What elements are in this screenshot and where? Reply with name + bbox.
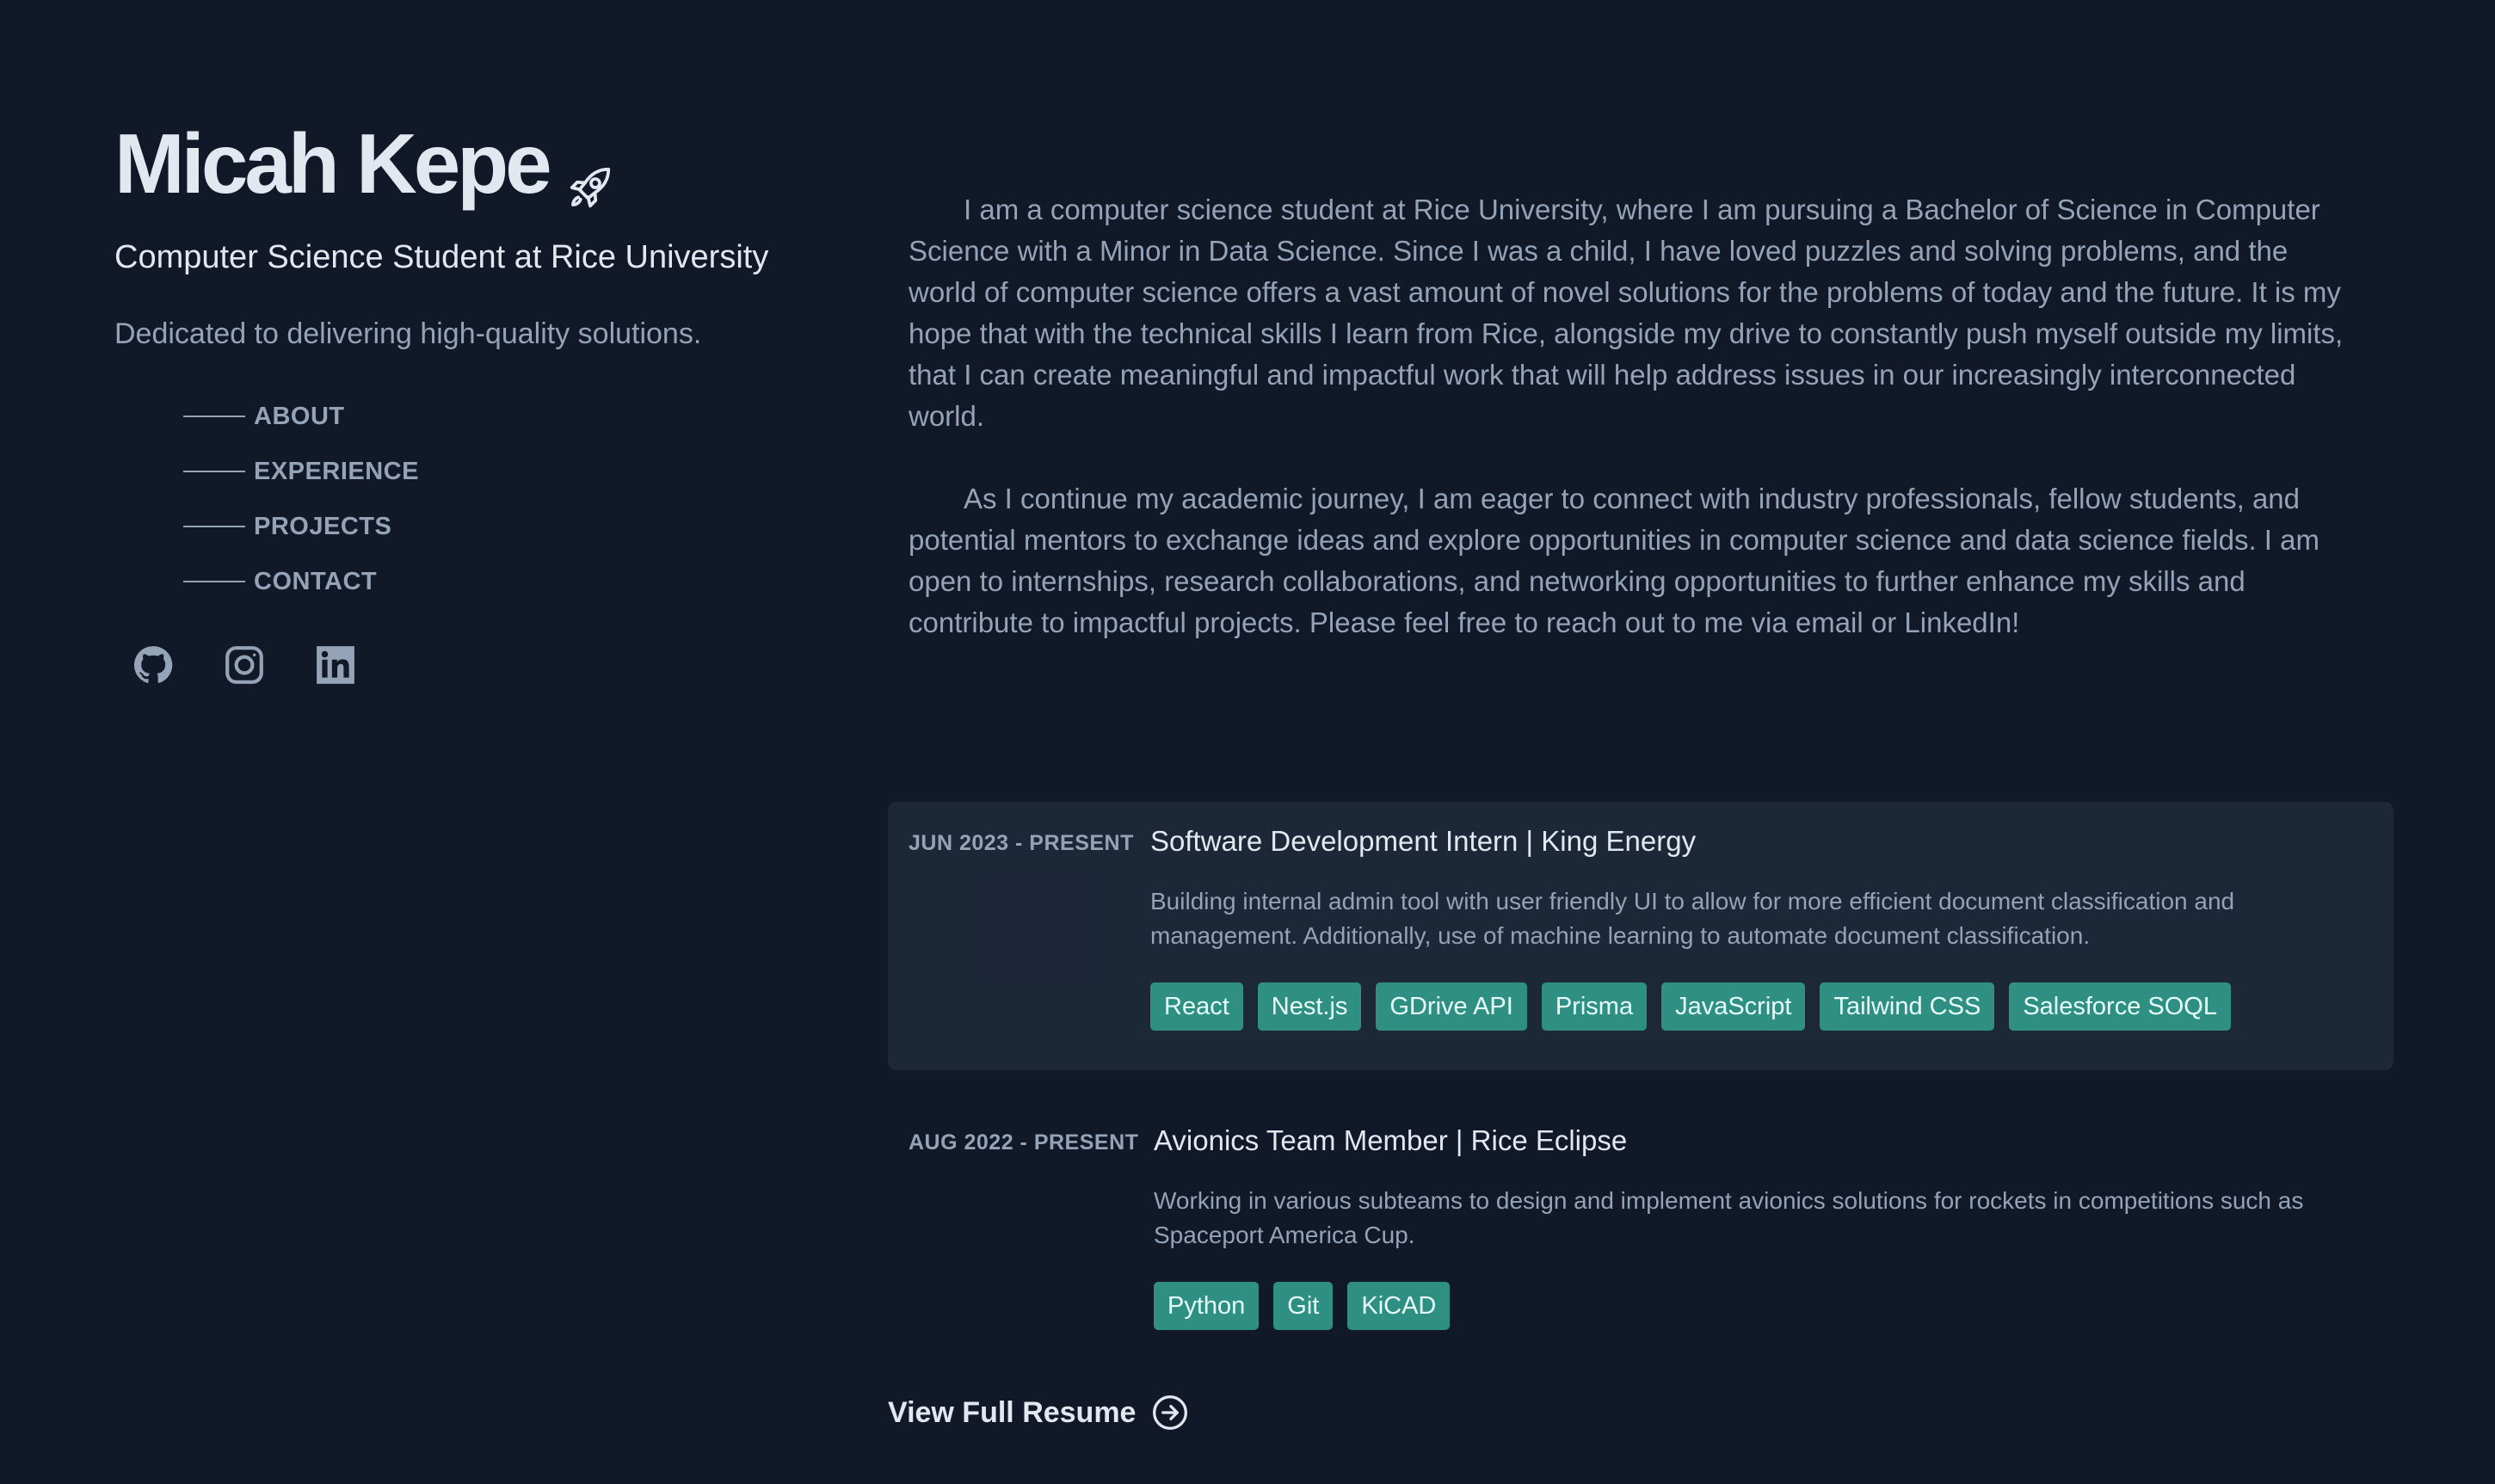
tech-tag: Salesforce SOQL bbox=[2009, 982, 2231, 1031]
nav-item-contact[interactable]: CONTACT bbox=[183, 554, 854, 609]
github-icon[interactable] bbox=[132, 643, 175, 687]
nav-item-label: PROJECTS bbox=[254, 512, 392, 540]
nav-item-projects[interactable]: PROJECTS bbox=[183, 499, 854, 554]
about-paragraph: I am a computer science student at Rice … bbox=[909, 194, 2344, 432]
experience-description: Building internal admin tool with user f… bbox=[1150, 888, 2235, 949]
about-section: I am a computer science student at Rice … bbox=[909, 189, 2345, 685]
experience-body: Software Development Intern | King Energ… bbox=[1150, 821, 2355, 1031]
nav-indicator-line bbox=[183, 581, 245, 582]
experience-card[interactable]: AUG 2022 - PRESENT Avionics Team Member … bbox=[888, 1101, 2393, 1342]
tech-tags: React Nest.js GDrive API Prisma JavaScri… bbox=[1150, 982, 2355, 1031]
tech-tag: Nest.js bbox=[1257, 982, 1362, 1031]
role-subtitle: Computer Science Student at Rice Univers… bbox=[114, 239, 769, 275]
experience-card[interactable]: JUN 2023 - PRESENT Software Development … bbox=[888, 802, 2393, 1070]
tech-tag: KiCAD bbox=[1347, 1282, 1451, 1330]
tech-tags: Python Git KiCAD bbox=[1154, 1282, 2358, 1330]
experience-description: Working in various subteams to design an… bbox=[1154, 1187, 2304, 1248]
experience-title: Software Development Intern | King Energ… bbox=[1150, 825, 1697, 857]
tech-tag: Tailwind CSS bbox=[1820, 982, 1995, 1031]
social-links bbox=[132, 643, 854, 687]
tagline: Dedicated to delivering high-quality sol… bbox=[114, 317, 702, 350]
section-nav: ABOUT EXPERIENCE PROJECTS CONTACT bbox=[183, 389, 854, 609]
linkedin-icon[interactable] bbox=[314, 643, 357, 687]
nav-indicator-line bbox=[183, 416, 245, 417]
about-paragraph: As I continue my academic journey, I am … bbox=[909, 483, 2319, 638]
arrow-right-circle-icon bbox=[1151, 1394, 1189, 1432]
nav-indicator-line bbox=[183, 526, 245, 527]
experience-date: AUG 2022 - PRESENT bbox=[909, 1130, 1139, 1155]
tech-tag: GDrive API bbox=[1376, 982, 1527, 1031]
experience-date: JUN 2023 - PRESENT bbox=[909, 831, 1134, 855]
nav-item-label: ABOUT bbox=[254, 402, 345, 430]
experience-body: Avionics Team Member | Rice Eclipse Work… bbox=[1154, 1120, 2358, 1330]
instagram-icon[interactable] bbox=[223, 643, 266, 687]
resume-label: View Full Resume bbox=[888, 1395, 1137, 1429]
view-resume-link[interactable]: View Full Resume bbox=[888, 1394, 1189, 1432]
sidebar: Micah Kepe Computer Science Student at R… bbox=[114, 112, 854, 687]
name-text: Micah Kepe bbox=[114, 116, 552, 211]
tech-tag: Python bbox=[1154, 1282, 1260, 1330]
experience-title: Avionics Team Member | Rice Eclipse bbox=[1154, 1124, 1628, 1156]
nav-item-about[interactable]: ABOUT bbox=[183, 389, 854, 444]
nav-item-label: CONTACT bbox=[254, 567, 378, 595]
page-title: Micah Kepe bbox=[114, 112, 854, 215]
tech-tag: Git bbox=[1273, 1282, 1334, 1330]
tech-tag: Prisma bbox=[1541, 982, 1648, 1031]
nav-item-label: EXPERIENCE bbox=[254, 457, 419, 485]
nav-indicator-line bbox=[183, 471, 245, 472]
nav-item-experience[interactable]: EXPERIENCE bbox=[183, 444, 854, 499]
tech-tag: JavaScript bbox=[1661, 982, 1806, 1031]
tech-tag: React bbox=[1150, 982, 1243, 1031]
rocket-icon bbox=[564, 135, 616, 208]
